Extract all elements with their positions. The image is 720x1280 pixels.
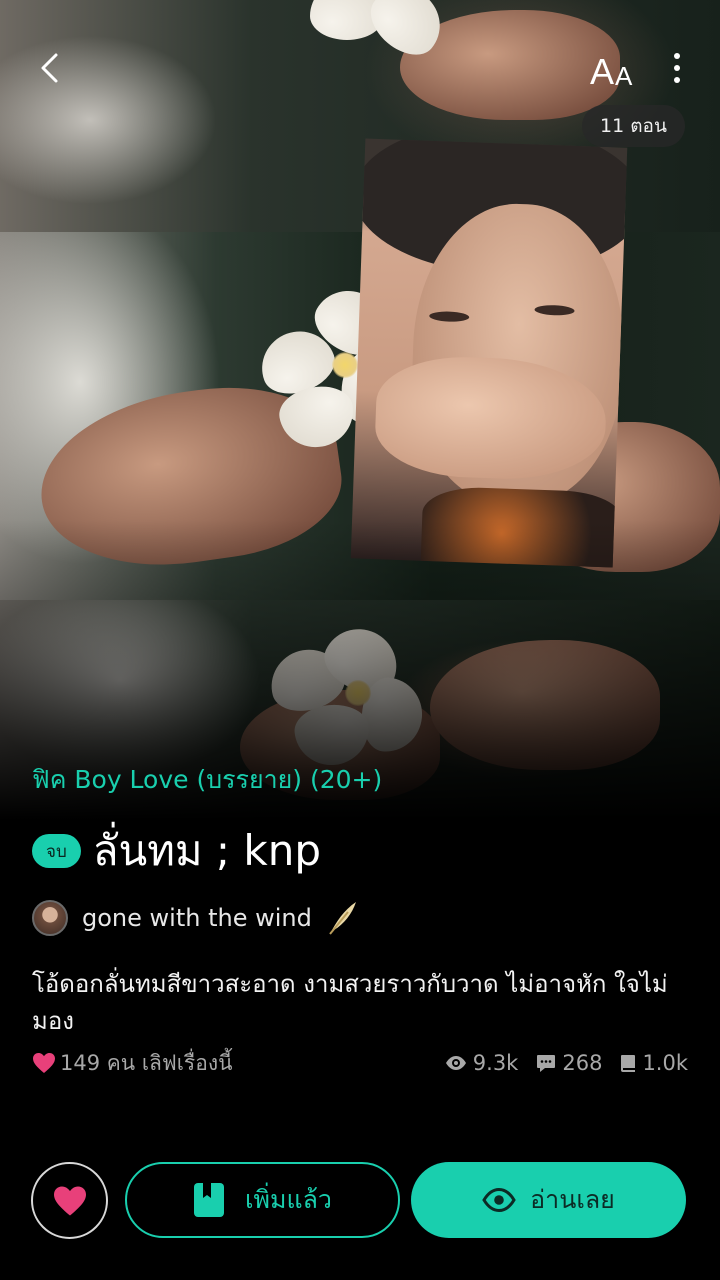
- stats-row: 149 คน เลิฟเรื่องนี้ 9.3k 268 1.0k: [32, 1046, 688, 1080]
- story-counts: 9.3k 268 1.0k: [445, 1051, 688, 1075]
- likes-count: 149 คน เลิฟเรื่องนี้: [32, 1047, 232, 1080]
- views-value: 9.3k: [472, 1051, 519, 1075]
- font-size-glyph-large: A: [590, 51, 615, 92]
- author-name[interactable]: gone with the wind: [82, 904, 312, 932]
- comments-count: 268: [536, 1051, 602, 1075]
- heart-icon: [32, 1052, 56, 1074]
- views-count: 9.3k: [445, 1051, 519, 1075]
- more-options-button[interactable]: [660, 48, 694, 88]
- chapters-read-count: 1.0k: [620, 1051, 688, 1075]
- comments-value: 268: [562, 1051, 603, 1075]
- cover-portrait-photo: [350, 138, 628, 568]
- back-arrow-icon: [41, 53, 58, 83]
- book-icon: [621, 1054, 636, 1072]
- added-label: เพิ่มแล้ว: [245, 1185, 332, 1214]
- chapters-read-value: 1.0k: [642, 1051, 688, 1075]
- more-vertical-icon: [674, 53, 680, 59]
- bookmark-book-icon: [194, 1183, 224, 1217]
- likes-text: 149 คน เลิฟเรื่องนี้: [60, 1050, 233, 1075]
- heart-icon: [53, 1185, 86, 1216]
- added-to-library-button[interactable]: เพิ่มแล้ว: [125, 1162, 400, 1238]
- read-label: อ่านเลย: [530, 1185, 615, 1214]
- title-row: จบ ลั่นทม ; knp: [32, 818, 321, 884]
- read-now-button[interactable]: อ่านเลย: [411, 1162, 686, 1238]
- chapter-count-badge: 11 ตอน: [582, 105, 685, 147]
- comment-icon: [537, 1054, 556, 1072]
- font-size-glyph-small: A: [615, 61, 633, 91]
- author-row[interactable]: gone with the wind: [32, 900, 358, 936]
- eye-icon: [445, 1056, 466, 1070]
- avatar[interactable]: [32, 900, 68, 936]
- story-description: โอ้ดอกลั่นทมสีขาวสะอาด งามสวยราวกับวาด ไ…: [32, 970, 668, 1035]
- status-badge: จบ: [32, 834, 81, 868]
- eye-icon: [482, 1188, 516, 1212]
- back-button[interactable]: [30, 48, 70, 88]
- story-title: ลั่นทม ; knp: [92, 826, 322, 875]
- font-size-button[interactable]: A A: [590, 46, 633, 92]
- love-button[interactable]: [31, 1162, 108, 1239]
- quill-icon: [329, 902, 356, 935]
- story-category[interactable]: ฟิค Boy Love (บรรยาย) (20+): [32, 760, 382, 800]
